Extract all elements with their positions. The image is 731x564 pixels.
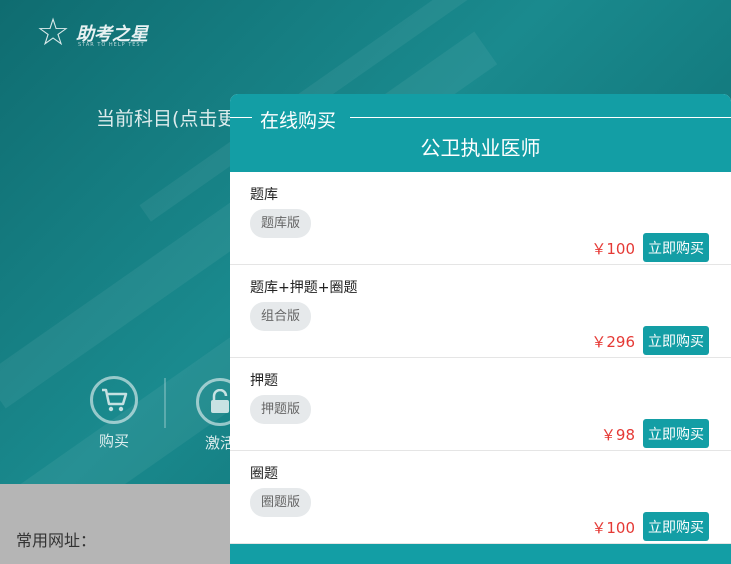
app-logo: ☆ 助考之星 STAR TO HELP TEST [36, 12, 156, 52]
plan-name: 押题 [250, 373, 278, 389]
modal-header: 在线购买 公卫执业医师 [230, 94, 731, 172]
current-subject-link[interactable]: 当前科目(点击更 [96, 104, 236, 131]
buy-now-button[interactable]: 立即购买 [643, 512, 709, 541]
plan-tag: 组合版 [250, 302, 312, 331]
plan-name: 题库+押题+圈题 [250, 280, 358, 296]
buy-now-button[interactable]: 立即购买 [643, 419, 709, 448]
plan-tag: 题库版 [250, 209, 312, 238]
modal-footer [230, 544, 731, 564]
modal-title: 在线购买 [260, 110, 337, 132]
buy-now-button[interactable]: 立即购买 [643, 233, 709, 262]
plan-item-circled: 圈题 圈题版 ￥100 立即购买 [230, 451, 731, 544]
logo-tagline: STAR TO HELP TEST [78, 42, 145, 48]
plan-item-question-bank: 题库 题库版 ￥100 立即购买 [230, 172, 731, 265]
plan-name: 题库 [250, 187, 278, 203]
plan-price: ￥100 [591, 240, 635, 258]
purchase-modal: 在线购买 公卫执业医师 题库 题库版 ￥100 立即购买 题库+押题+圈题 组合… [230, 94, 731, 564]
plan-price: ￥100 [591, 519, 635, 537]
common-links-label: 常用网址： [16, 531, 97, 550]
plan-item-combo: 题库+押题+圈题 组合版 ￥296 立即购买 [230, 265, 731, 358]
plan-tag: 押题版 [250, 395, 312, 424]
buy-action-label: 购买 [98, 432, 129, 450]
action-divider [164, 378, 166, 428]
buy-action[interactable]: 购买 [84, 376, 144, 451]
header-line-right [350, 117, 731, 118]
plan-name: 圈题 [250, 466, 278, 482]
header-line-left [230, 117, 252, 118]
modal-subtitle: 公卫执业医师 [420, 136, 541, 160]
plan-price: ￥98 [600, 426, 635, 444]
plan-item-predicted: 押题 押题版 ￥98 立即购买 [230, 358, 731, 451]
star-logo-icon: ☆ [36, 10, 71, 54]
buy-now-button[interactable]: 立即购买 [643, 326, 709, 355]
plan-price: ￥296 [591, 333, 635, 351]
plan-tag: 圈题版 [250, 488, 312, 517]
cart-icon [90, 376, 138, 424]
